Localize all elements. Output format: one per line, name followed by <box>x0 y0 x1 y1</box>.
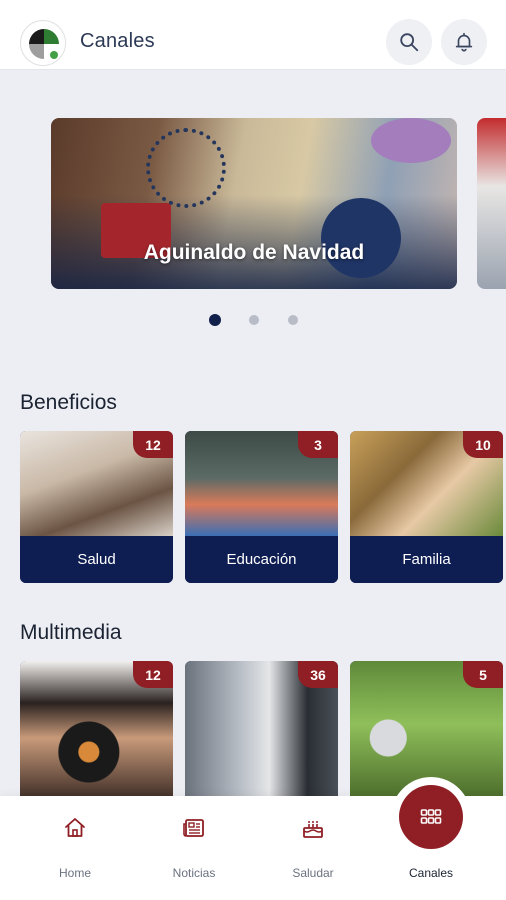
canales-fab-button[interactable] <box>399 785 463 849</box>
slide-title: Aguinaldo de Navidad <box>143 241 365 264</box>
card-multimedia-video[interactable]: 36 <box>185 661 338 801</box>
card-familia[interactable]: 10 Familia <box>350 431 503 583</box>
card-label: Educación <box>185 536 338 583</box>
home-icon <box>65 818 85 837</box>
page-title: Canales <box>80 30 155 52</box>
canal-logo-icon[interactable] <box>20 20 66 66</box>
section-title-multimedia: Multimedia <box>20 621 122 644</box>
search-icon <box>400 33 419 52</box>
card-salud[interactable]: 12 Salud <box>20 431 173 583</box>
carousel-dot[interactable] <box>288 315 298 325</box>
count-badge: 3 <box>298 431 338 458</box>
card-label: Familia <box>350 536 503 583</box>
count-badge: 12 <box>133 661 173 688</box>
card-multimedia-photo[interactable]: 12 <box>20 661 173 801</box>
nav-label: Noticias <box>172 866 216 880</box>
nav-item-saludar[interactable]: Saludar <box>258 796 368 900</box>
carousel-slide[interactable]: Aguinaldo de Navidad <box>51 118 457 289</box>
nav-label: Home <box>58 866 91 880</box>
carousel-slide-next[interactable] <box>477 118 506 289</box>
carousel-indicators <box>0 314 506 326</box>
nav-label: Canales <box>408 866 454 880</box>
nav-label: Saludar <box>292 866 334 880</box>
cake-icon <box>303 821 323 838</box>
notifications-button[interactable] <box>441 19 487 65</box>
section-title-beneficios: Beneficios <box>20 391 117 414</box>
app-header: Canales <box>0 0 506 70</box>
slide-image <box>477 118 506 289</box>
count-badge: 36 <box>298 661 338 688</box>
carousel-dot-active[interactable] <box>209 314 221 326</box>
count-badge: 12 <box>133 431 173 458</box>
card-label: Salud <box>20 536 173 583</box>
nav-item-home[interactable]: Home <box>20 796 130 900</box>
search-button[interactable] <box>386 19 432 65</box>
count-badge: 5 <box>463 661 503 688</box>
newspaper-icon <box>183 819 204 837</box>
carousel-dot[interactable] <box>249 315 259 325</box>
card-educacion[interactable]: 3 Educación <box>185 431 338 583</box>
bell-icon <box>455 32 473 52</box>
grid-icon <box>420 809 442 824</box>
nav-item-noticias[interactable]: Noticias <box>139 796 249 900</box>
card-multimedia-audio[interactable]: 5 <box>350 661 503 801</box>
count-badge: 10 <box>463 431 503 458</box>
